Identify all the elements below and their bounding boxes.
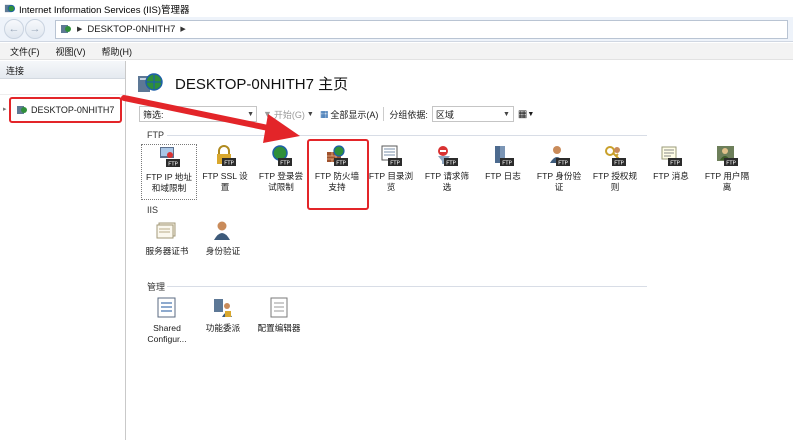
section-ftp-label: FTP	[147, 130, 164, 140]
grid-view-icon: ▦	[517, 108, 528, 120]
back-button[interactable]: ←	[4, 19, 24, 39]
svg-text:FTP: FTP	[614, 161, 624, 167]
feature-ftp-ip-restrictions[interactable]: FTP FTP IP 地址 和域限制	[141, 144, 197, 200]
feature-ftp-firewall[interactable]: FTP FTP 防火墙 支持	[309, 144, 365, 193]
menu-view[interactable]: 视图(V)	[56, 45, 86, 58]
ftp-logging-icon: FTP	[495, 146, 514, 167]
chevron-down-icon: ▼	[306, 110, 314, 118]
page-header: DESKTOP-0NHITH7 主页	[137, 70, 348, 96]
group-by-select[interactable]: 区域 ▼	[431, 106, 514, 122]
breadcrumb-server[interactable]: DESKTOP-0NHITH7	[87, 24, 175, 35]
chevron-down-icon: ▼	[527, 110, 535, 118]
server-icon	[61, 25, 71, 33]
toolbar-divider	[383, 107, 385, 121]
menu-help[interactable]: 帮助(H)	[102, 45, 133, 58]
menu-bar: 文件(F) 视图(V) 帮助(H)	[0, 43, 793, 60]
ftp-directory-browsing-icon: FTP	[381, 145, 402, 167]
authentication-icon	[214, 221, 230, 240]
forward-button[interactable]: →	[25, 19, 45, 39]
filter-toolbar: 筛选: ▼ ▼ 开始(G) ▼ ▦ 全部显示(A) 分组依据: 区域 ▼ ▦ ▼	[139, 105, 553, 123]
section-iis-label: IIS	[147, 205, 159, 215]
shared-configuration-icon	[157, 297, 176, 318]
connections-toolbar	[0, 79, 125, 95]
connections-pane: 连接 ▸ DESKTOP-0NHITH7	[0, 61, 126, 440]
title-bar: Internet Information Services (IIS)管理器	[0, 0, 793, 17]
chevron-down-icon: ▼	[502, 110, 510, 118]
feature-ftp-logon-attempt[interactable]: FTP FTP 登录尝 试限制	[253, 144, 309, 193]
feature-ftp-authorization-rules[interactable]: FTP FTP 授权规 则	[587, 144, 643, 193]
server-certificates-icon	[156, 222, 176, 239]
page-title: DESKTOP-0NHITH7 主页	[175, 75, 349, 93]
svg-text:FTP: FTP	[502, 161, 512, 167]
view-mode-button[interactable]: ▦ ▼	[518, 107, 538, 121]
svg-text:FTP: FTP	[390, 161, 400, 167]
ftp-authentication-icon: FTP	[550, 146, 570, 167]
ftp-authorization-icon: FTP	[605, 146, 626, 167]
ftp-ip-restrictions-icon: FTP	[160, 147, 180, 168]
ftp-messages-icon: FTP	[661, 146, 682, 167]
breadcrumb-chevron-icon[interactable]: ▶	[180, 25, 185, 33]
tree-node-server[interactable]: ▸ DESKTOP-0NHITH7	[3, 97, 122, 123]
feature-ftp-authentication[interactable]: FTP FTP 身份验 证	[531, 144, 587, 193]
show-all-button[interactable]: ▦ 全部显示(A)	[320, 108, 379, 121]
feature-ftp-request-filtering[interactable]: FTP FTP 请求筛 选	[419, 144, 475, 193]
filter-input[interactable]: 筛选: ▼	[139, 106, 257, 122]
group-by-value: 区域	[435, 109, 454, 120]
group-by-label: 分组依据:	[389, 109, 428, 120]
svg-text:FTP: FTP	[446, 161, 456, 167]
svg-text:FTP: FTP	[168, 162, 178, 168]
filter-label: 筛选:	[143, 109, 164, 120]
feature-delegation[interactable]: 功能委派	[195, 296, 251, 334]
section-manage-label: 管理	[147, 282, 166, 292]
address-field[interactable]: ▶ DESKTOP-0NHITH7 ▶	[55, 19, 788, 39]
section-divider	[167, 135, 647, 136]
ftp-ssl-lock-icon: FTP	[217, 145, 236, 167]
feature-shared-configuration[interactable]: Shared Configur...	[139, 296, 195, 345]
show-all-label: 全部显示(A)	[330, 109, 379, 120]
feature-delegation-icon	[214, 299, 232, 317]
server-globe-icon	[138, 73, 163, 92]
breadcrumb-chevron-icon: ▶	[77, 26, 83, 33]
tree-node-label: DESKTOP-0NHITH7	[31, 105, 115, 115]
feature-configuration-editor[interactable]: 配置编辑器	[251, 296, 307, 334]
section-divider	[167, 286, 647, 287]
main-content: DESKTOP-0NHITH7 主页 筛选: ▼ ▼ 开始(G) ▼ ▦ 全部显…	[127, 61, 793, 440]
menu-file[interactable]: 文件(F)	[10, 45, 40, 58]
ftp-user-isolation-icon: FTP	[717, 146, 738, 167]
forward-arrow-icon: →	[29, 23, 41, 35]
iis-app-icon	[4, 4, 15, 13]
feature-server-certificates[interactable]: 服务器证书	[139, 219, 195, 257]
feature-ftp-user-isolation[interactable]: FTP FTP 用户隔 离	[699, 144, 755, 193]
address-bar: ← → ▶ DESKTOP-0NHITH7 ▶	[0, 17, 793, 42]
svg-text:FTP: FTP	[726, 161, 736, 167]
show-all-icon: ▦	[319, 108, 329, 119]
server-icon	[17, 106, 27, 114]
feature-ftp-ssl[interactable]: FTP FTP SSL 设 置	[197, 144, 253, 193]
connections-header: 连接	[0, 61, 125, 79]
start-filter-label: 开始(G)	[273, 109, 305, 120]
svg-text:FTP: FTP	[558, 161, 568, 167]
ftp-logon-attempt-icon: FTP	[272, 145, 292, 167]
tree-expand-icon[interactable]: ▸	[3, 105, 7, 113]
feature-ftp-logging[interactable]: FTP FTP 日志	[475, 144, 531, 182]
svg-text:FTP: FTP	[336, 161, 346, 167]
feature-authentication[interactable]: 身份验证	[195, 219, 251, 257]
back-arrow-icon: ←	[8, 23, 20, 35]
svg-text:FTP: FTP	[670, 161, 680, 167]
window-title: Internet Information Services (IIS)管理器	[19, 4, 190, 16]
ftp-firewall-icon: FTP	[327, 145, 348, 167]
chevron-down-icon[interactable]: ▼	[247, 111, 254, 118]
funnel-icon: ▼	[263, 109, 272, 119]
feature-ftp-messages[interactable]: FTP FTP 消息	[643, 144, 699, 182]
configuration-editor-icon	[270, 297, 288, 318]
ftp-request-filtering-icon: FTP	[438, 146, 458, 167]
svg-text:FTP: FTP	[224, 161, 234, 167]
svg-text:FTP: FTP	[280, 161, 290, 167]
start-filter-button[interactable]: ▼ 开始(G) ▼	[263, 108, 314, 121]
feature-ftp-directory-browsing[interactable]: FTP FTP 目录浏 览	[363, 144, 419, 193]
